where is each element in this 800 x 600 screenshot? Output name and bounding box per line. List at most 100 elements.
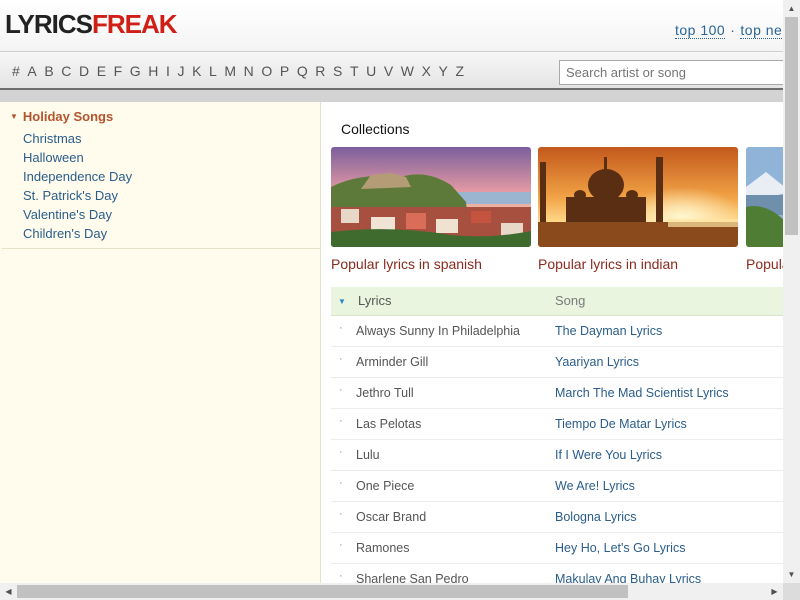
bullet-icon: ·	[339, 508, 343, 520]
alphabet-letter[interactable]: Z	[455, 63, 464, 79]
alphabet-letter[interactable]: Y	[439, 63, 448, 79]
bullet-icon: ·	[339, 477, 343, 489]
song-link[interactable]: We Are! Lyrics	[555, 479, 635, 493]
alphabet-letter[interactable]: S	[333, 63, 342, 79]
holiday-list: Christmas Halloween Independence Day St.…	[23, 131, 132, 245]
bullet-icon: ·	[339, 415, 343, 427]
collection-card-spanish[interactable]: Popular lyrics in spanish	[331, 147, 531, 272]
collection-cards: Popular lyrics in spanish Popular lyrics…	[331, 147, 783, 277]
alphabet-letter[interactable]: H	[148, 63, 158, 79]
table-row: · Arminder Gill Yaariyan Lyrics	[331, 347, 783, 378]
alphabet-letter[interactable]: D	[79, 63, 89, 79]
alphabet-letter[interactable]: J	[177, 63, 184, 79]
sidebar-item-christmas[interactable]: Christmas	[23, 131, 82, 146]
column-header-lyrics[interactable]: Lyrics	[358, 293, 391, 308]
alphabet-letter[interactable]: N	[244, 63, 254, 79]
alphabet-letter[interactable]: A	[27, 63, 36, 79]
song-link[interactable]: The Dayman Lyrics	[555, 324, 662, 338]
artist-name: One Piece	[356, 479, 415, 493]
scroll-up-arrow-icon[interactable]: ▲	[783, 0, 800, 17]
site-header: LYRICSFREAK top 100 · top ne	[0, 0, 783, 52]
artist-name: Sharlene San Pedro	[356, 572, 469, 583]
alphabet-letter[interactable]: E	[97, 63, 106, 79]
bullet-icon: ·	[339, 322, 343, 334]
alphabet-letter[interactable]: X	[422, 63, 431, 79]
list-item: Independence Day	[23, 169, 132, 188]
lisbon-cityscape-image	[331, 147, 531, 247]
alphabet-letter[interactable]: L	[209, 63, 217, 79]
alphabet-letter[interactable]: O	[261, 63, 272, 79]
alphabet-letter[interactable]: T	[350, 63, 359, 79]
site-logo[interactable]: LYRICSFREAK	[5, 9, 178, 39]
collection-card-partial[interactable]: Popula	[746, 147, 783, 272]
search-input[interactable]	[559, 60, 783, 85]
list-item: Halloween	[23, 150, 132, 169]
sidebar-item-valentines-day[interactable]: Valentine's Day	[23, 207, 112, 222]
alphabet-letter[interactable]: R	[315, 63, 325, 79]
artist-name: Ramones	[356, 541, 410, 555]
vertical-scrollbar[interactable]: ▲ ▼	[783, 0, 800, 583]
mountain-lake-image	[746, 147, 783, 247]
song-link[interactable]: Tiempo De Matar Lyrics	[555, 417, 687, 431]
top-100-link[interactable]: top 100	[675, 22, 726, 39]
table-row: · Sharlene San Pedro Makulay Ang Buhay Lyr…	[331, 564, 783, 583]
table-row: · One Piece We Are! Lyrics	[331, 471, 783, 502]
alphabet-letter[interactable]: V	[384, 63, 393, 79]
alphabet-letter[interactable]: Q	[297, 63, 308, 79]
table-row: · Las Pelotas Tiempo De Matar Lyrics	[331, 409, 783, 440]
alphabet-letter[interactable]: K	[192, 63, 201, 79]
bullet-icon: ·	[339, 353, 343, 365]
alphabet-letter[interactable]: I	[166, 63, 170, 79]
bullet-icon: ·	[339, 570, 343, 582]
bullet-icon: ·	[339, 384, 343, 396]
sidebar-heading[interactable]: ▼ Holiday Songs	[10, 109, 113, 124]
bullet-icon: ·	[339, 539, 343, 551]
table-body: · Always Sunny In Philadelphia The Dayman …	[331, 316, 783, 583]
sidebar-item-independence-day[interactable]: Independence Day	[23, 169, 132, 184]
table-row: · Ramones Hey Ho, Let's Go Lyrics	[331, 533, 783, 564]
sidebar-item-childrens-day[interactable]: Children's Day	[23, 226, 107, 241]
song-link[interactable]: If I Were You Lyrics	[555, 448, 662, 462]
alphabet-letter[interactable]: C	[61, 63, 71, 79]
sidebar-item-halloween[interactable]: Halloween	[23, 150, 84, 165]
alphabet-letter[interactable]: #	[12, 63, 20, 79]
table-row: · Oscar Brand Bologna Lyrics	[331, 502, 783, 533]
top-links: top 100 · top ne	[675, 22, 783, 39]
horizontal-scrollbar[interactable]: ◀ ▶	[0, 583, 783, 600]
collection-caption: Popula	[746, 256, 783, 272]
link-separator: ·	[730, 22, 736, 38]
sidebar-item-st-patricks-day[interactable]: St. Patrick's Day	[23, 188, 118, 203]
top-new-link[interactable]: top ne	[740, 22, 783, 39]
alphabet-letter[interactable]: B	[44, 63, 53, 79]
collection-caption: Popular lyrics in spanish	[331, 256, 482, 272]
table-row: · Jethro Tull March The Mad Scientist Lyri…	[331, 378, 783, 409]
horizontal-scroll-thumb[interactable]	[17, 585, 628, 598]
alphabet-letters: # A B C D E F G H I J K L M N O P Q R S T U V W X Y Z	[12, 63, 472, 79]
scroll-left-arrow-icon[interactable]: ◀	[0, 583, 17, 600]
scroll-right-arrow-icon[interactable]: ▶	[766, 583, 783, 600]
alphabet-letter[interactable]: U	[366, 63, 376, 79]
collection-caption: Popular lyrics in indian	[538, 256, 679, 272]
sort-triangle-icon[interactable]: ▼	[338, 297, 346, 306]
artist-name: Jethro Tull	[356, 386, 414, 400]
alphabet-letter[interactable]: W	[401, 63, 414, 79]
sidebar-divider	[2, 248, 320, 249]
table-row: · Always Sunny In Philadelphia The Dayman …	[331, 316, 783, 347]
song-link[interactable]: Makulay Ang Buhay Lyrics	[555, 572, 701, 583]
vertical-scroll-thumb[interactable]	[785, 17, 798, 235]
song-link[interactable]: March The Mad Scientist Lyrics	[555, 386, 729, 400]
alphabet-letter[interactable]: G	[130, 63, 141, 79]
song-link[interactable]: Bologna Lyrics	[555, 510, 637, 524]
scrollbar-corner	[783, 583, 800, 600]
list-item: Children's Day	[23, 226, 132, 245]
alphabet-letter[interactable]: M	[224, 63, 236, 79]
song-link[interactable]: Hey Ho, Let's Go Lyrics	[555, 541, 685, 555]
song-link[interactable]: Yaariyan Lyrics	[555, 355, 639, 369]
collection-card-indian[interactable]: Popular lyrics in indian	[538, 147, 738, 272]
list-item: St. Patrick's Day	[23, 188, 132, 207]
column-header-song[interactable]: Song	[555, 293, 585, 308]
alphabet-letter[interactable]: P	[280, 63, 289, 79]
scroll-down-arrow-icon[interactable]: ▼	[783, 566, 800, 583]
alphabet-letter[interactable]: F	[114, 63, 123, 79]
artist-name: Las Pelotas	[356, 417, 422, 431]
